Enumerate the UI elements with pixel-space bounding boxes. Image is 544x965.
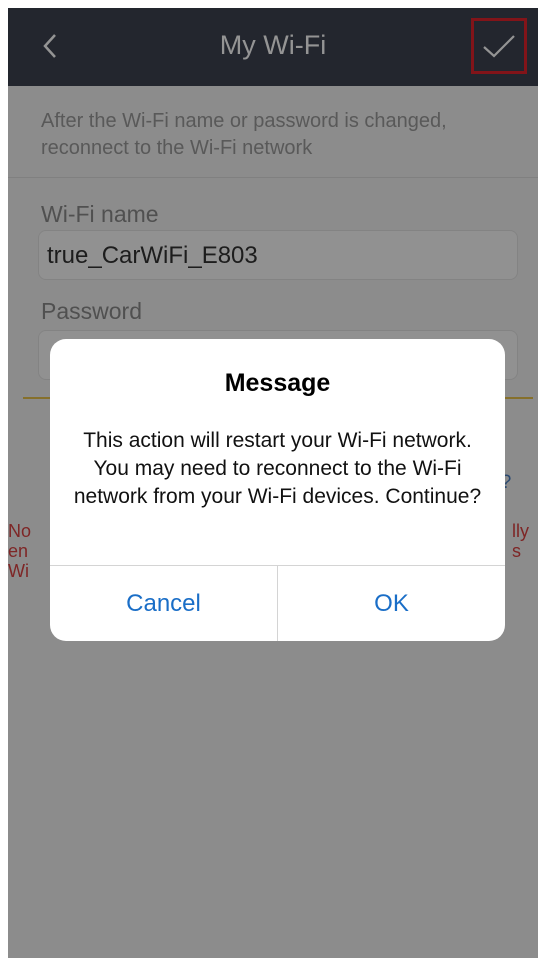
dialog-title: Message [224, 369, 331, 397]
confirm-dialog: Message This action will restart your Wi… [50, 339, 505, 641]
ok-button[interactable]: OK [278, 566, 505, 641]
dialog-message: This action will restart your Wi-Fi netw… [73, 429, 482, 508]
screen: My Wi-Fi After the Wi-Fi name or passwor… [8, 8, 538, 958]
cancel-button[interactable]: Cancel [50, 566, 277, 641]
